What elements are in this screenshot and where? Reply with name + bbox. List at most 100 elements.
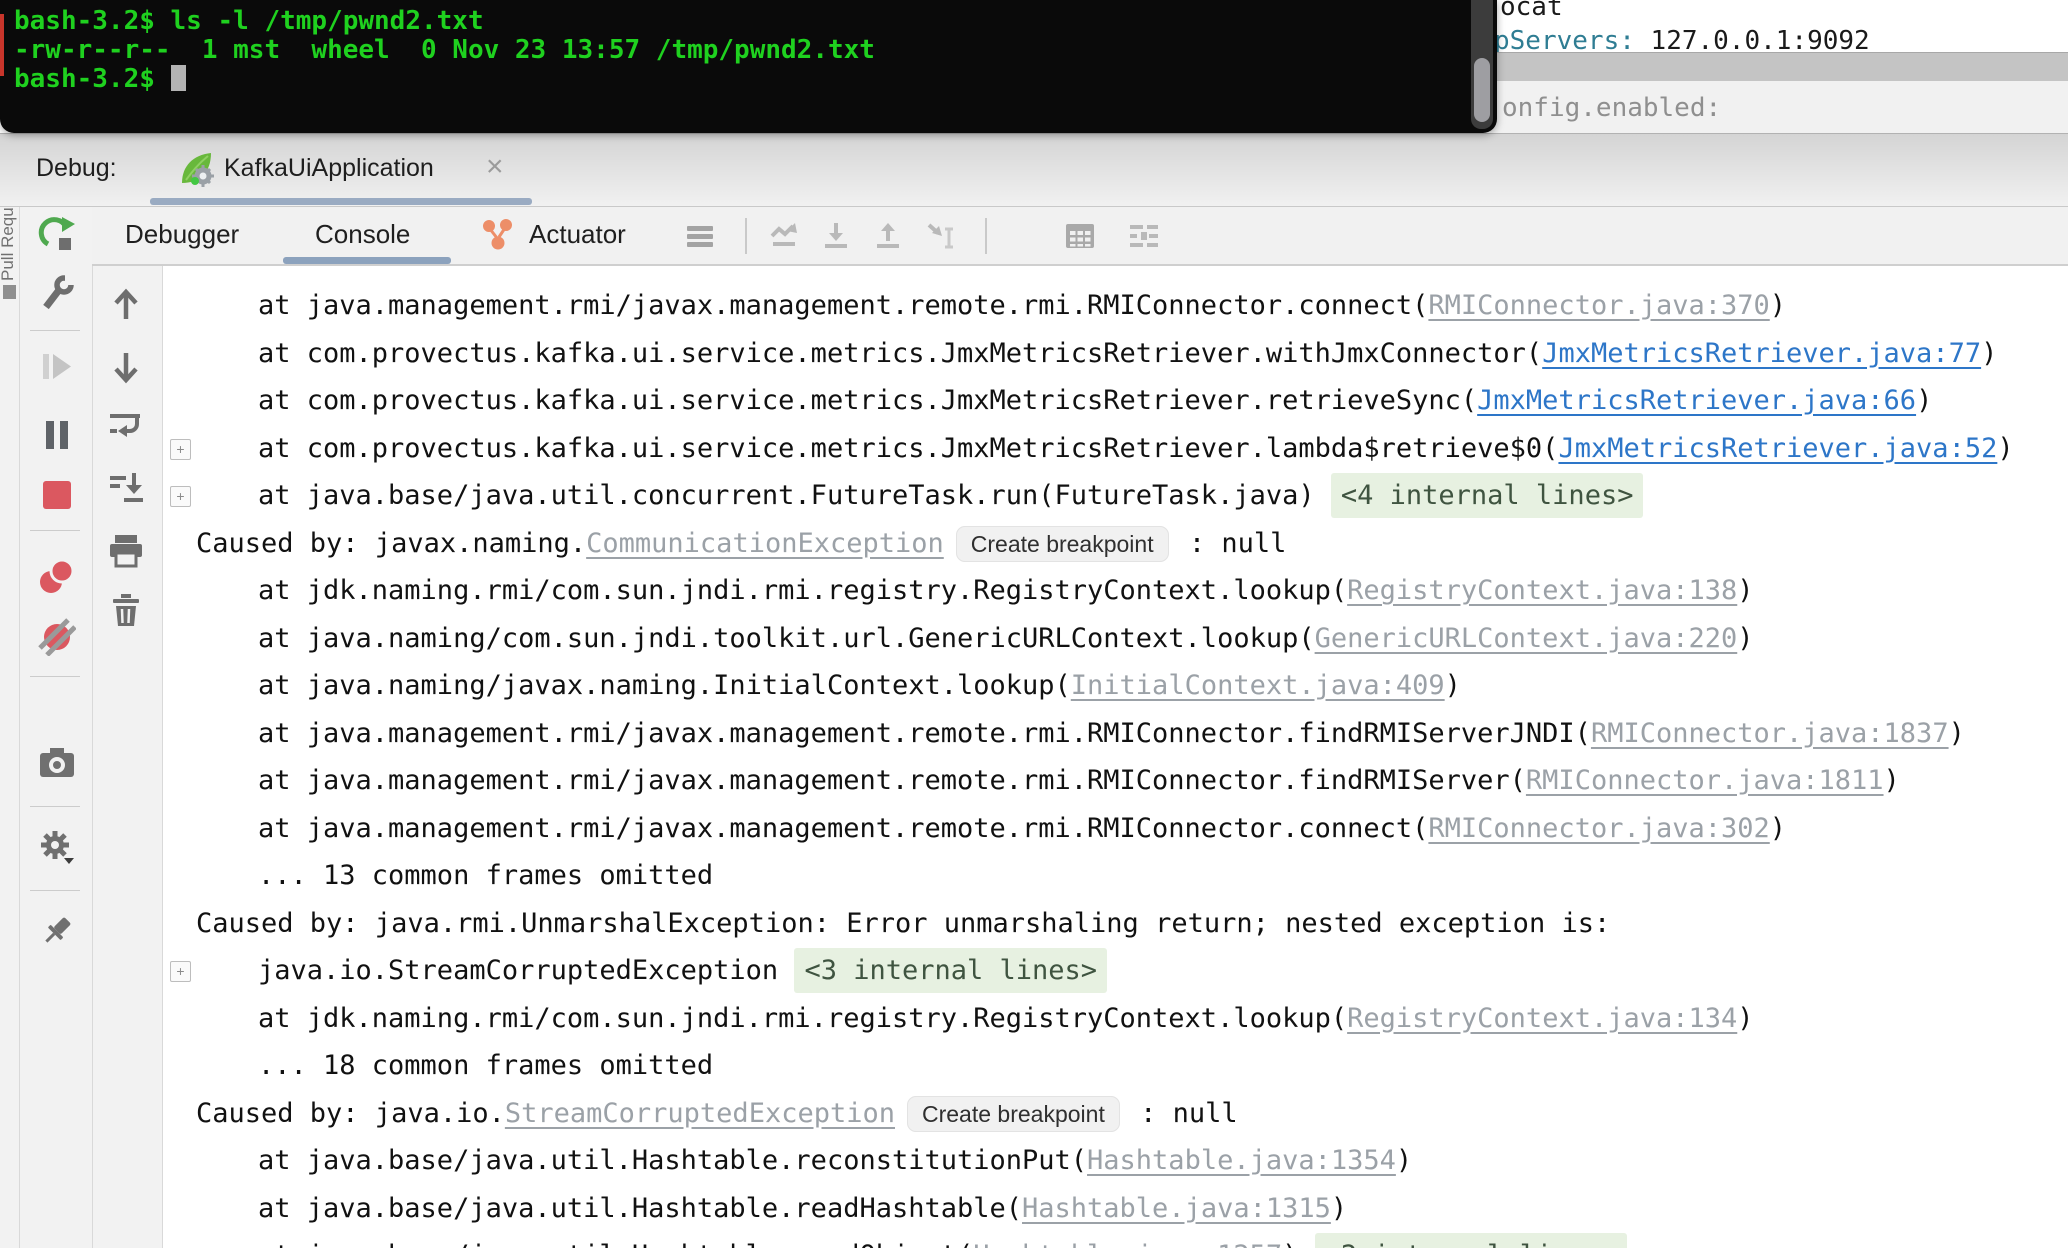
scroll-to-end-button[interactable]: [107, 470, 145, 508]
clear-all-trash-button[interactable]: [107, 592, 145, 630]
stack-frame-link[interactable]: JmxMetricsRetriever.java:66: [1477, 385, 1916, 416]
console-text: ): [1395, 1145, 1413, 1176]
tab-debugger[interactable]: Debugger: [125, 206, 239, 264]
layout-grid-icon[interactable]: [1064, 220, 1096, 252]
console-line: ... 18 common frames omitted: [162, 1042, 2068, 1090]
stack-frame-link[interactable]: JmxMetricsRetriever.java:77: [1542, 338, 1981, 369]
console-text: at com.provectus.kafka.ui.service.metric…: [258, 432, 1559, 464]
console-line: at java.base/java.util.Hashtable.reconst…: [162, 1137, 2068, 1185]
editor-peek-region: ocat pServers: 127.0.0.1:9092 onfig.enab…: [1490, 0, 2068, 133]
thread-dump-camera-button[interactable]: [38, 744, 76, 782]
console-text: ): [1737, 575, 1754, 606]
stack-frame-link[interactable]: RMIConnector.java:1811: [1526, 765, 1884, 796]
console-text: at java.management.rmi/javax.management.…: [258, 290, 1429, 321]
console-actions-toolbar: [93, 264, 163, 1248]
stack-frame-link[interactable]: RMIConnector.java:370: [1428, 290, 1769, 321]
stack-frame-link[interactable]: RegistryContext.java:134: [1347, 1003, 1737, 1034]
pin-button[interactable]: [38, 912, 76, 950]
console-text: ): [1981, 337, 1998, 369]
resume-button[interactable]: [38, 348, 76, 386]
console-text: ): [1769, 290, 1787, 321]
fold-expand-icon[interactable]: +: [170, 486, 191, 507]
console-line: at jdk.naming.rmi/com.sun.jndi.rmi.regis…: [162, 995, 2068, 1043]
stack-frame-link[interactable]: GenericURLContext.java:220: [1315, 623, 1738, 654]
console-line: Caused by: javax.naming.CommunicationExc…: [162, 520, 2068, 568]
console-text: ): [1444, 670, 1461, 701]
stack-frame-link[interactable]: RMIConnector.java:1837: [1591, 718, 1949, 749]
pause-button[interactable]: [38, 416, 76, 454]
stack-frame-link[interactable]: Hashtable.java:1257: [973, 1240, 1282, 1248]
console-text: at com.provectus.kafka.ui.service.metric…: [258, 385, 1478, 416]
stack-frame-link[interactable]: RegistryContext.java:138: [1347, 575, 1737, 606]
mute-breakpoints-button[interactable]: [38, 618, 76, 656]
console-text: at java.base/java.util.concurrent.Future…: [258, 480, 1331, 511]
down-the-stack-trace-button[interactable]: [107, 348, 145, 386]
console-text: ): [1997, 432, 2014, 464]
filter-settings-icon[interactable]: [1128, 220, 1160, 252]
console-text: at java.management.rmi/javax.management.…: [258, 812, 1429, 844]
print-button[interactable]: [107, 532, 145, 570]
session-tab-kafkauiapplication[interactable]: KafkaUiApplication ×: [150, 134, 535, 206]
terminal-line: bash-3.2$ ls -l /tmp/pwnd2.txt: [14, 6, 484, 36]
settings-gear-button[interactable]: [38, 828, 76, 866]
selected-tab-underline: [283, 257, 451, 264]
terminal-cursor: [170, 65, 186, 91]
editor-lower-strip: onfig.enabled:: [1490, 81, 2068, 133]
settings-wrench-button[interactable]: [38, 274, 76, 312]
close-icon[interactable]: ×: [486, 134, 504, 206]
console-text: : null: [1123, 1097, 1238, 1129]
rerun-button[interactable]: [38, 216, 76, 254]
create-breakpoint-button[interactable]: Create breakpoint: [955, 525, 1169, 562]
soft-wrap-button[interactable]: [107, 408, 145, 446]
tool-window-icon[interactable]: [3, 285, 16, 299]
fold-expand-icon[interactable]: +: [170, 438, 191, 460]
stack-frame-link[interactable]: RMIConnector.java:302: [1428, 813, 1769, 844]
stack-frame-link[interactable]: Hashtable.java:1354: [1087, 1145, 1396, 1176]
fold-expand-icon[interactable]: +: [170, 961, 191, 982]
selected-tab-underline: [150, 198, 532, 205]
console-text: at java.base/java.util.Hashtable.reconst…: [258, 1145, 1088, 1176]
editor-muted-text: onfig.enabled:: [1502, 93, 1722, 123]
console-text: at java.management.rmi/javax.management.…: [258, 717, 1591, 749]
console-text: ... 13 common frames omitted: [258, 860, 714, 891]
scroll-to-trace-icon[interactable]: [768, 220, 800, 252]
create-breakpoint-button[interactable]: Create breakpoint: [907, 1095, 1120, 1132]
view-breakpoints-button[interactable]: [38, 558, 76, 596]
console-text: : null: [1172, 527, 1287, 559]
stack-frame-link[interactable]: Hashtable.java:1315: [1022, 1193, 1331, 1224]
stop-button[interactable]: [38, 476, 76, 514]
screen-edge-indicator: [0, 14, 4, 76]
console-text: ): [1737, 1002, 1754, 1034]
down-to-line-icon[interactable]: [820, 220, 852, 252]
console-text: Caused by: java.io.: [196, 1097, 505, 1129]
toolbar-separator: [30, 890, 80, 891]
jump-to-caret-icon[interactable]: [924, 220, 956, 252]
internal-lines-badge: <4 internal lines>: [1330, 473, 1644, 518]
stack-trace: at java.management.rmi/javax.management.…: [162, 282, 2068, 1248]
terminal-scrollbar-thumb[interactable]: [1474, 58, 1490, 122]
stack-frame-link[interactable]: CommunicationException: [586, 528, 944, 559]
stack-frame-link[interactable]: StreamCorruptedException: [505, 1098, 895, 1129]
console-line: at com.provectus.kafka.ui.service.metric…: [162, 330, 2068, 378]
console-output[interactable]: at java.management.rmi/javax.management.…: [162, 264, 2068, 1248]
toolbar-separator: [745, 218, 747, 254]
layout-menu-icon[interactable]: [684, 220, 716, 252]
console-line: at java.base/java.util.Hashtable.readHas…: [162, 1185, 2068, 1233]
console-text: at jdk.naming.rmi/com.sun.jndi.rmi.regis…: [258, 1002, 1348, 1034]
console-text: ): [1769, 812, 1787, 844]
spring-boot-run-icon: [182, 153, 214, 187]
stack-frame-link[interactable]: InitialContext.java:409: [1071, 670, 1445, 701]
tab-actuator[interactable]: Actuator: [529, 206, 626, 264]
console-text: Caused by: javax.naming.: [196, 527, 587, 559]
terminal-window[interactable]: bash-3.2$ ls -l /tmp/pwnd2.txt -rw-r--r-…: [0, 0, 1497, 133]
terminal-line: -rw-r--r-- 1 mst wheel 0 Nov 23 13:57 /t…: [14, 35, 875, 65]
actuator-icon: [483, 219, 512, 250]
up-from-line-icon[interactable]: [872, 220, 904, 252]
tab-console[interactable]: Console: [315, 206, 410, 264]
console-text: ): [1282, 1240, 1315, 1248]
console-line: at java.management.rmi/javax.management.…: [162, 282, 2068, 330]
stack-frame-link[interactable]: JmxMetricsRetriever.java:52: [1558, 433, 1997, 464]
console-text: at java.management.rmi/javax.management.…: [258, 765, 1526, 796]
console-line: at java.naming/com.sun.jndi.toolkit.url.…: [162, 615, 2068, 663]
up-the-stack-trace-button[interactable]: [107, 286, 145, 324]
